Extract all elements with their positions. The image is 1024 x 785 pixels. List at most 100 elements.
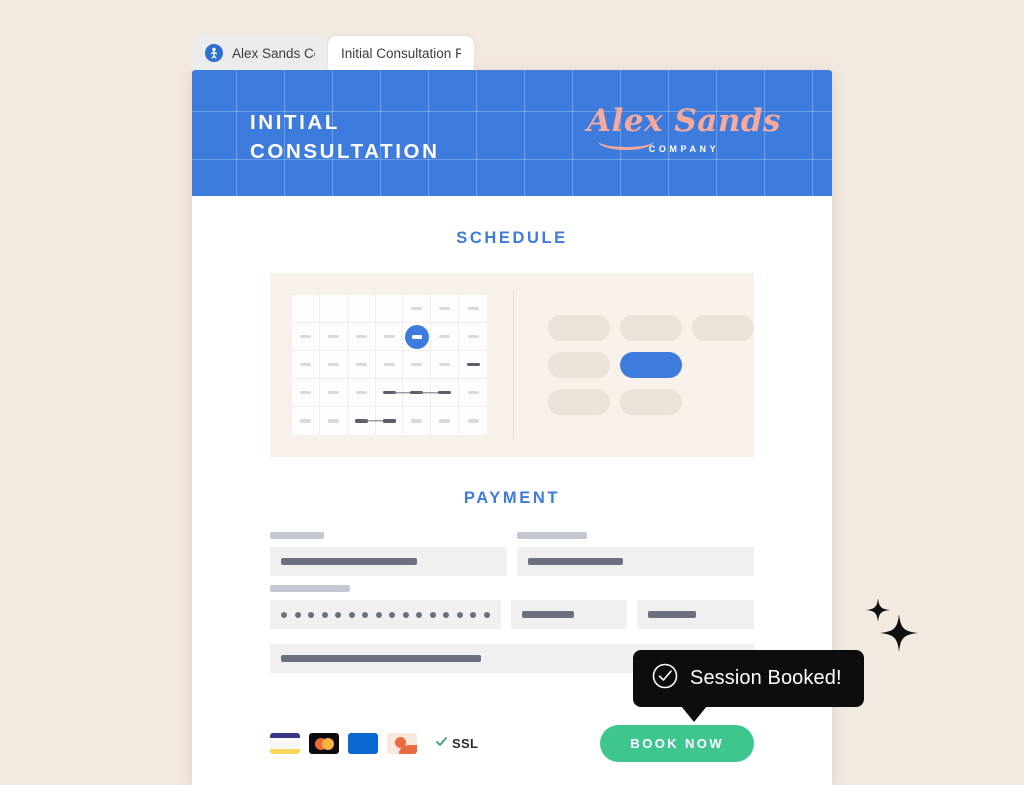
brand-logo: Alex Sands COMPANY [584, 106, 784, 155]
calendar-day-cell[interactable] [320, 407, 348, 435]
masked-digit-dot [281, 611, 287, 618]
alex-sands-favicon [205, 44, 223, 62]
field-label [517, 532, 587, 539]
mastercard-card-icon [309, 733, 339, 754]
calendar-day-cell[interactable] [459, 351, 488, 379]
cvv-field[interactable] [637, 600, 754, 629]
browser-tabstrip: Alex Sands Co. Initial Consultation Fo [192, 34, 832, 70]
time-slot[interactable] [620, 315, 682, 341]
calendar-day-dash [383, 362, 395, 367]
calendar-day-cell[interactable] [319, 323, 348, 351]
calendar-day-dash [328, 307, 339, 311]
field-input[interactable] [517, 547, 754, 576]
calendar-day-cell[interactable] [347, 323, 376, 351]
field-input[interactable] [637, 600, 754, 629]
cardholder-name-field[interactable] [270, 532, 507, 576]
calendar-day-dash [299, 362, 311, 367]
calendar-day-dash [467, 306, 479, 311]
time-slot[interactable] [548, 389, 610, 415]
calendar-day-cell[interactable] [459, 295, 488, 323]
masked-digit-dot [294, 611, 301, 618]
time-slot-selected[interactable] [620, 352, 682, 378]
calendar-day-dash [327, 419, 339, 423]
field-value [528, 558, 623, 565]
checkout-footer: SSL BOOK NOW [270, 725, 754, 762]
calendar-day-cell[interactable] [375, 295, 404, 323]
time-slot[interactable] [620, 389, 682, 415]
blue-card-icon [348, 733, 378, 754]
toast-message: Session Booked! [690, 667, 842, 689]
calendar-day-cell[interactable] [403, 351, 432, 379]
calendar-day-dash [383, 334, 395, 339]
field-value [521, 611, 574, 618]
calendar-day-cell[interactable] [459, 407, 487, 435]
calendar-day-dash [382, 419, 396, 423]
browser-tab-label: Alex Sands Co. [232, 45, 315, 61]
browser-tab-initial-consultation-form[interactable]: Initial Consultation Fo [328, 36, 474, 70]
calendar-day-cell[interactable] [319, 351, 348, 379]
accepted-cards [270, 733, 417, 754]
field-label [270, 532, 324, 539]
masked-digit-dot [348, 611, 355, 618]
browser-tab-alex-sands-co[interactable]: Alex Sands Co. [192, 36, 328, 70]
calendar-day-dash [466, 362, 480, 367]
calendar-day-cell[interactable] [292, 351, 320, 379]
calendar-day-cell[interactable] [375, 323, 404, 351]
calendar-day-cell[interactable] [403, 323, 432, 351]
calendar-day-cell[interactable] [319, 295, 348, 323]
payment-section-title: PAYMENT [463, 489, 561, 507]
visa-card-icon [270, 733, 300, 754]
field-input[interactable] [270, 600, 501, 629]
calendar-day-cell[interactable] [347, 379, 376, 407]
expiry-field[interactable] [510, 600, 628, 629]
card-number-field[interactable] [270, 600, 501, 629]
calendar-day-cell[interactable] [292, 323, 320, 351]
calendar-day-cell[interactable] [347, 295, 376, 323]
calendar-day-cell[interactable] [362, 407, 404, 435]
billing-email-field[interactable] [517, 532, 754, 576]
browser-tab-label: Initial Consultation Fo [341, 45, 461, 61]
calendar-day-cell[interactable] [375, 351, 404, 379]
time-slot-grid[interactable] [548, 315, 754, 415]
masked-digit-dot [402, 611, 409, 618]
time-slot[interactable] [548, 315, 610, 341]
calendar-day-dash [355, 334, 367, 339]
calendar-day-dash [356, 307, 367, 311]
calendar-day-cell[interactable] [431, 295, 460, 323]
calendar-day-dash [299, 419, 311, 423]
calendar-day-dash [467, 419, 479, 423]
calendar-day-cell[interactable] [431, 351, 460, 379]
calendar-day-dash [355, 362, 367, 367]
calendar-day-cell[interactable] [459, 379, 488, 407]
calendar-day-cell[interactable] [292, 407, 320, 435]
masked-digit-dot [470, 611, 476, 618]
payment-field-row [270, 600, 754, 629]
calendar-day-cell[interactable] [292, 379, 320, 407]
calendar-day-cell[interactable] [459, 323, 488, 351]
time-slot[interactable] [548, 352, 610, 378]
masked-digit-dot [443, 611, 449, 618]
field-input[interactable] [270, 547, 507, 576]
calendar-day-cell[interactable] [431, 323, 460, 351]
calendar-day-cell[interactable] [403, 407, 432, 435]
calendar-day-cell[interactable] [347, 351, 376, 379]
field-input[interactable] [510, 600, 628, 629]
calendar-day-cell[interactable] [403, 295, 432, 323]
calendar-day-dash [384, 307, 395, 311]
calendar-day-dash [411, 362, 423, 367]
schedule-section-title: SCHEDULE [456, 229, 568, 247]
time-slot [692, 389, 754, 415]
calendar-day-dash [439, 362, 451, 367]
book-now-button[interactable]: BOOK NOW [600, 725, 754, 762]
brand-name: Alex Sands [584, 106, 784, 150]
calendar-day-cell[interactable] [292, 295, 320, 323]
calendar-day-cell[interactable] [417, 379, 460, 407]
calendar-selected-day[interactable] [404, 324, 429, 349]
calendar-grid[interactable] [292, 295, 488, 435]
time-slot[interactable] [692, 315, 754, 341]
calendar-day-dash [327, 390, 339, 395]
calendar-day-dash [439, 306, 451, 311]
calendar-day-cell[interactable] [319, 379, 348, 407]
calendar-day-cell[interactable] [431, 407, 460, 435]
session-booked-toast[interactable]: Session Booked! [633, 650, 864, 722]
